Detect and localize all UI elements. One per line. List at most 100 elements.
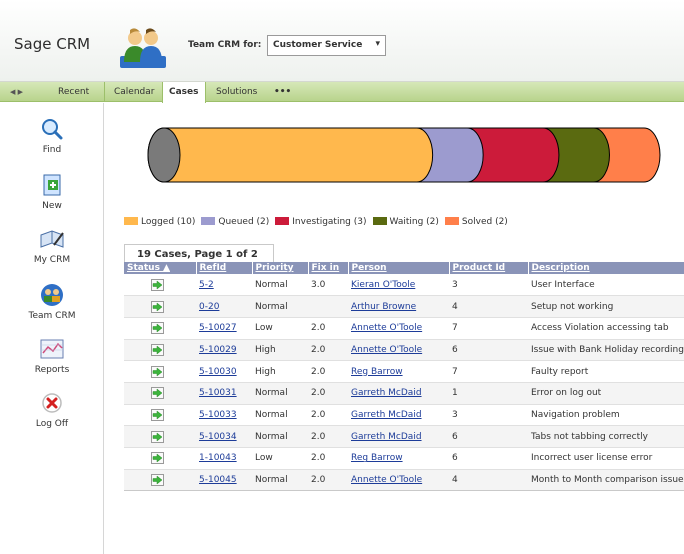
person-link[interactable]: Annette O'Toole [351, 323, 422, 333]
go-arrow-icon[interactable] [151, 387, 164, 400]
cell-person[interactable]: Reg Barrow [348, 360, 449, 383]
table-row[interactable]: 5-10029 High 2.0 Annette O'Toole 6 Issue with… [124, 339, 684, 362]
go-arrow-icon[interactable] [151, 300, 164, 313]
case-ref-link[interactable]: 5-10034 [199, 432, 237, 442]
table-row[interactable]: 5-2 Normal 3.0 Kieran O'Toole 3 User Interfac… [124, 274, 684, 297]
go-arrow-icon[interactable] [151, 430, 164, 443]
go-arrow-icon[interactable] [151, 365, 164, 378]
column-header-person[interactable]: Person [348, 262, 450, 274]
cell-person[interactable]: Garreth McDaid [348, 382, 449, 405]
team-people-logo-icon [120, 28, 166, 68]
legend-item: Logged (10) [124, 217, 195, 227]
tab-more[interactable]: ••• [268, 82, 297, 102]
cell-description: Incorrect user license error [528, 447, 684, 470]
sidebar-item-find[interactable]: Find [0, 117, 104, 155]
table-row[interactable]: 5-10045 Normal 2.0 Annette O'Toole 4 Month to… [124, 469, 684, 492]
cell-refid[interactable]: 5-10030 [196, 360, 252, 383]
recent-menu[interactable]: Recent [58, 82, 89, 102]
table-row[interactable]: 0-20 Normal Arthur Browne 4 Setup not workin… [124, 295, 684, 318]
case-ref-link[interactable]: 5-10027 [199, 323, 237, 333]
tab-calendar[interactable]: Calendar [108, 82, 160, 102]
person-link[interactable]: Reg Barrow [351, 367, 403, 377]
column-header-product-id[interactable]: Product Id [449, 262, 529, 274]
go-arrow-icon[interactable] [151, 408, 164, 421]
person-link[interactable]: Annette O'Toole [351, 475, 422, 485]
report-chart-icon [40, 339, 64, 359]
case-ref-link[interactable]: 0-20 [199, 302, 219, 312]
person-link[interactable]: Reg Barrow [351, 453, 403, 463]
cell-refid[interactable]: 5-2 [196, 274, 252, 297]
cell-refid[interactable]: 5-10027 [196, 317, 252, 340]
sidebar-item-my-crm[interactable]: My CRM [0, 227, 104, 265]
column-header-description[interactable]: Description [528, 262, 684, 274]
cell-person[interactable]: Annette O'Toole [348, 339, 449, 362]
app-title: Sage CRM [14, 35, 91, 53]
table-row[interactable]: 5-10030 High 2.0 Reg Barrow 7 Faulty report [124, 360, 684, 383]
person-link[interactable]: Arthur Browne [351, 302, 416, 312]
team-select[interactable]: Customer Service ▾ [267, 35, 386, 56]
go-arrow-icon[interactable] [151, 278, 164, 291]
go-arrow-icon[interactable] [151, 343, 164, 356]
column-header-fix-in[interactable]: Fix in [308, 262, 349, 274]
table-row[interactable]: 1-10043 Low 2.0 Reg Barrow 6 Incorrect user l… [124, 447, 684, 470]
table-row[interactable]: 5-10031 Normal 2.0 Garreth McDaid 1 Error on … [124, 382, 684, 405]
cell-person[interactable]: Annette O'Toole [348, 469, 449, 492]
case-ref-link[interactable]: 1-10043 [199, 453, 237, 463]
sidebar-item-label: My CRM [33, 255, 71, 265]
case-ref-link[interactable]: 5-2 [199, 280, 214, 290]
cell-person[interactable]: Annette O'Toole [348, 317, 449, 340]
cell-priority: Low [252, 317, 308, 340]
column-header-priority[interactable]: Priority [252, 262, 309, 274]
cell-person[interactable]: Garreth McDaid [348, 404, 449, 427]
cell-refid[interactable]: 0-20 [196, 295, 252, 318]
cell-description: User Interface [528, 274, 684, 297]
sidebar-item-log-off[interactable]: Log Off [0, 391, 104, 429]
person-link[interactable]: Annette O'Toole [351, 345, 422, 355]
go-arrow-icon[interactable] [151, 322, 164, 335]
column-header-refid[interactable]: RefId [196, 262, 253, 274]
cell-person[interactable]: Garreth McDaid [348, 425, 449, 448]
cell-fix-in: 2.0 [308, 339, 348, 362]
legend-item: Investigating (3) [275, 217, 367, 227]
cell-priority: Low [252, 447, 308, 470]
cell-refid[interactable]: 5-10033 [196, 404, 252, 427]
sidebar-item-reports[interactable]: Reports [0, 337, 104, 375]
cell-refid[interactable]: 5-10031 [196, 382, 252, 405]
go-arrow-icon[interactable] [151, 474, 164, 487]
cell-refid[interactable]: 5-10045 [196, 469, 252, 492]
cell-refid[interactable]: 5-10029 [196, 339, 252, 362]
table-row[interactable]: 5-10034 Normal 2.0 Garreth McDaid 6 Tabs not … [124, 425, 684, 448]
table-row[interactable]: 5-10033 Normal 2.0 Garreth McDaid 3 Navigatio… [124, 404, 684, 427]
case-ref-link[interactable]: 5-10045 [199, 475, 237, 485]
legend-label: Logged (10) [141, 217, 196, 227]
table-row[interactable]: 5-10027 Low 2.0 Annette O'Toole 7 Access Viol… [124, 317, 684, 340]
person-link[interactable]: Kieran O'Toole [351, 280, 415, 290]
case-ref-link[interactable]: 5-10033 [199, 410, 237, 420]
case-ref-link[interactable]: 5-10031 [199, 388, 237, 398]
tab-solutions[interactable]: Solutions [210, 82, 263, 102]
go-arrow-icon[interactable] [151, 452, 164, 465]
cell-person[interactable]: Arthur Browne [348, 295, 449, 318]
case-ref-link[interactable]: 5-10029 [199, 345, 237, 355]
cell-product-id: 3 [449, 404, 528, 427]
cell-person[interactable]: Kieran O'Toole [348, 274, 449, 297]
history-arrows-icon[interactable]: ◀ ▶ [10, 82, 23, 102]
tab-bar: ◀ ▶ Recent Calendar Cases Solutions ••• [0, 82, 684, 103]
cell-status [124, 295, 196, 318]
person-link[interactable]: Garreth McDaid [351, 410, 422, 420]
case-ref-link[interactable]: 5-10030 [199, 367, 237, 377]
person-link[interactable]: Garreth McDaid [351, 432, 422, 442]
team-crm-for-label: Team CRM for: [188, 40, 262, 50]
cell-fix-in: 2.0 [308, 447, 348, 470]
sidebar-item-new[interactable]: New [0, 173, 104, 211]
person-link[interactable]: Garreth McDaid [351, 388, 422, 398]
pipeline-segment-logged[interactable] [147, 127, 434, 183]
sidebar-item-label: Reports [34, 365, 70, 375]
tab-cases[interactable]: Cases [162, 82, 206, 103]
cell-refid[interactable]: 1-10043 [196, 447, 252, 470]
column-header-status[interactable]: Status ▲ [124, 262, 197, 274]
cell-refid[interactable]: 5-10034 [196, 425, 252, 448]
cell-person[interactable]: Reg Barrow [348, 447, 449, 470]
grid-caption: 19 Cases, Page 1 of 2 [124, 244, 274, 263]
sidebar-item-team-crm[interactable]: Team CRM [0, 283, 104, 321]
